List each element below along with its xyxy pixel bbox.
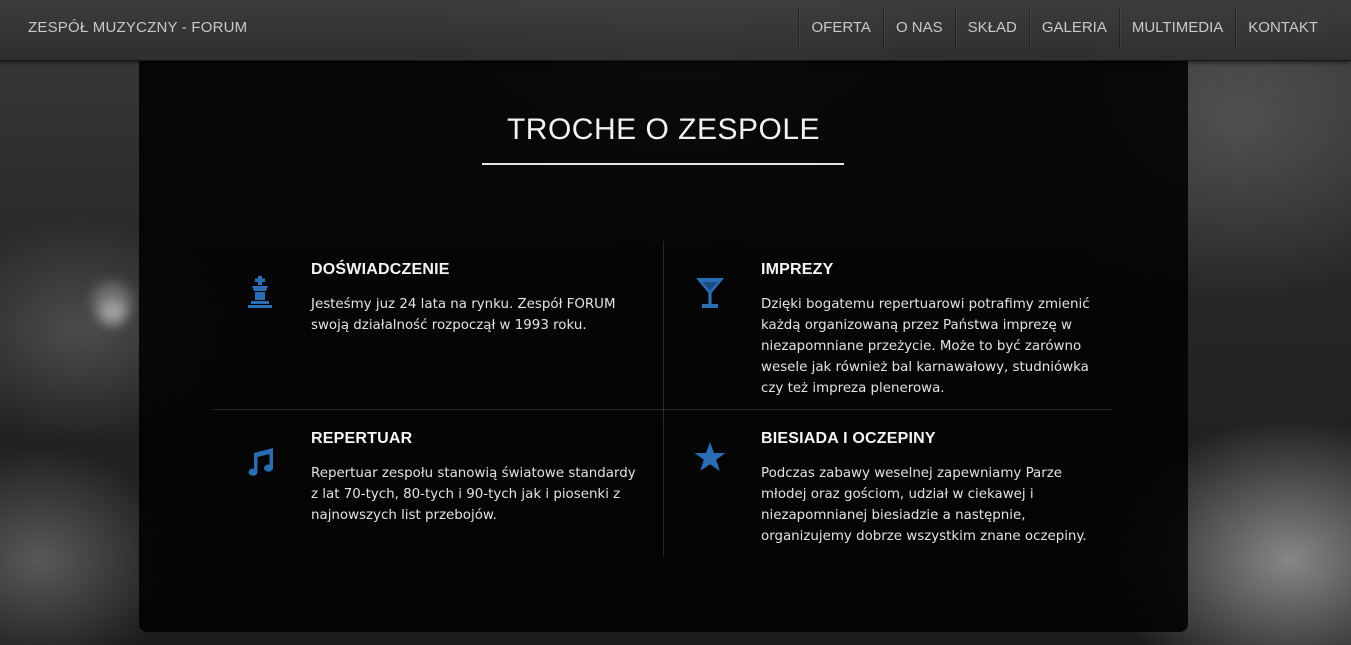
music-note-icon: [243, 444, 277, 478]
vertical-divider: [663, 241, 664, 556]
horizontal-divider: [213, 409, 1113, 410]
cocktail-glass-icon: [693, 275, 727, 309]
feature-text: Repertuar zespołu stanowią światowe stan…: [311, 466, 636, 523]
feature-title: IMPREZY: [761, 261, 834, 278]
nav-item-kontakt[interactable]: KONTAKT: [1235, 8, 1330, 48]
star-icon: [693, 440, 727, 474]
top-navbar: ZESPÓŁ MUZYCZNY - FORUM OFERTA O NAS SKŁ…: [0, 0, 1351, 61]
section-title: TROCHE O ZESPOLE: [506, 113, 821, 146]
nav-item-sklad[interactable]: SKŁAD: [954, 8, 1029, 48]
main-nav: OFERTA O NAS SKŁAD GALERIA MULTIMEDIA KO…: [798, 8, 1330, 48]
feature-title: BIESIADA I OCZEPINY: [761, 430, 936, 447]
nav-item-multimedia[interactable]: MULTIMEDIA: [1118, 8, 1235, 48]
feature-title: REPERTUAR: [311, 430, 413, 447]
feature-title: DOŚWIADCZENIE: [311, 261, 450, 278]
feature-text: Podczas zabawy weselnej zapewniamy Parze…: [761, 466, 1087, 544]
nav-item-o-nas[interactable]: O NAS: [882, 8, 955, 48]
brand-link[interactable]: ZESPÓŁ MUZYCZNY - FORUM: [28, 19, 247, 36]
feature-text: Jesteśmy juz 24 lata na rynku. Zespół FO…: [311, 297, 616, 333]
chess-king-icon: [243, 275, 277, 309]
nav-item-galeria[interactable]: GALERIA: [1028, 8, 1119, 48]
about-panel: TROCHE O ZESPOLE DOŚWIADCZENIE Jesteśmy …: [139, 61, 1188, 632]
bokeh-light: [100, 300, 126, 326]
nav-item-oferta[interactable]: OFERTA: [798, 8, 882, 48]
title-underline: [482, 163, 844, 165]
feature-text: Dzięki bogatemu repertuarowi potrafimy z…: [761, 297, 1090, 396]
